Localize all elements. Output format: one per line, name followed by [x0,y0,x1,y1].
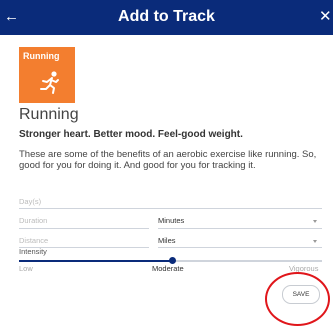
duration-underline [19,228,149,229]
intensity-label: Intensity [19,247,47,256]
tile-label: Running [23,51,60,61]
slider-track [172,260,322,262]
intensity-low-label: Low [19,264,33,273]
slider-track-filled [19,260,172,262]
activity-name: Running [19,106,79,123]
highlight-circle [265,272,330,326]
distance-unit-underline [158,247,322,248]
close-icon[interactable]: ✕ [319,7,333,27]
slider-thumb[interactable] [169,257,176,264]
duration-placeholder: Duration [19,216,48,225]
days-underline [19,208,322,209]
activity-tile: Running [19,47,75,103]
days-placeholder: Day(s) [19,197,42,206]
intensity-moderate-label: Moderate [152,264,184,273]
chevron-down-icon [313,220,317,223]
chevron-down-icon [313,240,317,243]
activity-description: These are some of the benefits of an aer… [19,149,317,171]
activity-tagline: Stronger heart. Better mood. Feel-good w… [19,129,243,140]
duration-unit-value: Minutes [158,216,185,225]
runner-icon [40,71,59,94]
distance-placeholder: Distance [19,236,49,245]
title-bar: ← Add to Track ✕ [0,0,333,35]
duration-unit-underline [158,228,322,229]
distance-unit-value: Miles [158,236,176,245]
page-title: Add to Track [118,8,215,25]
